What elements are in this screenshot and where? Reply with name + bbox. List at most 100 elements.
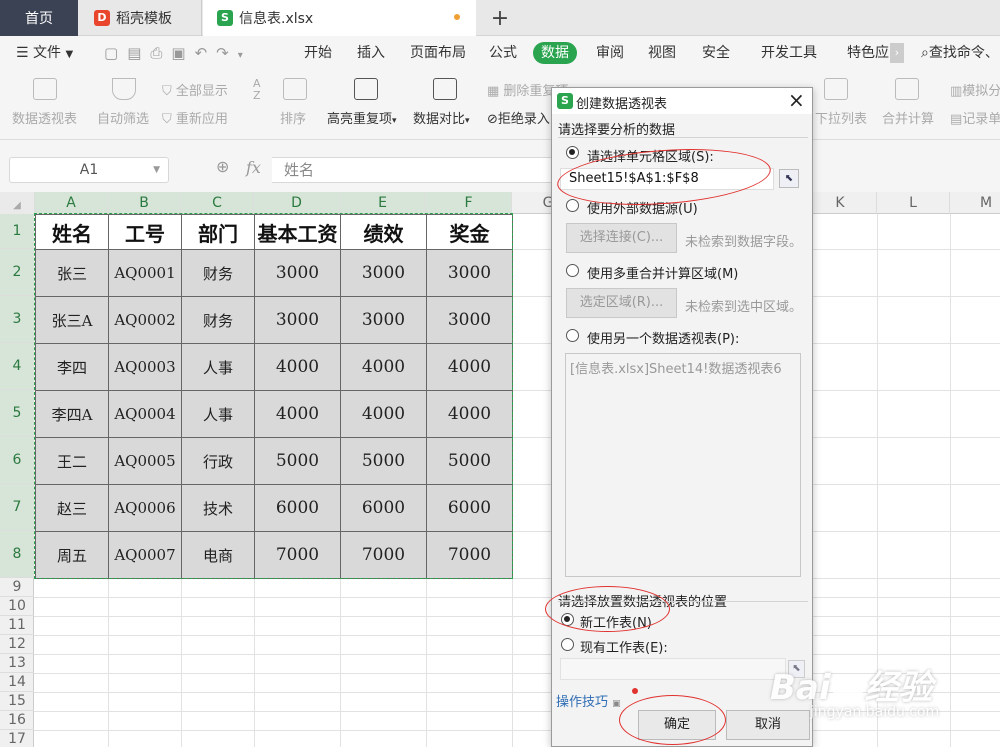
reapply-button[interactable]: ⛉ 重新应用 [162, 108, 228, 127]
radio-new-sheet[interactable] [561, 613, 574, 626]
pivot-listbox[interactable]: [信息表.xlsx]Sheet14!数据透视表6 [565, 353, 801, 577]
tips-link[interactable]: 操作技巧 ▣ [556, 691, 621, 710]
dropdown-list-button[interactable]: 下拉列表 [815, 108, 867, 127]
table-cell[interactable]: 4000 [254, 343, 341, 391]
radio-new-sheet-label[interactable]: 新工作表(N) [580, 612, 652, 631]
tab-home[interactable]: 首页 [0, 0, 78, 36]
table-header-cell[interactable]: 奖金 [426, 214, 513, 250]
table-cell[interactable]: AQ0006 [108, 484, 182, 532]
list-item[interactable]: [信息表.xlsx]Sheet14!数据透视表6 [570, 358, 782, 377]
table-header-cell[interactable]: 部门 [181, 214, 255, 250]
row-header[interactable]: 6 [0, 437, 34, 484]
table-cell[interactable]: 人事 [181, 343, 255, 391]
row-header[interactable]: 14 [0, 673, 34, 692]
record-form-button[interactable]: ▤记录单 [950, 108, 1000, 127]
cancel-button[interactable]: 取消 [726, 710, 810, 740]
print-icon[interactable]: ⎙ [150, 44, 171, 62]
new-tab-button[interactable]: + [478, 0, 522, 36]
file-menu[interactable]: ☰ 文件 ▼ [16, 36, 73, 70]
column-header[interactable]: L [877, 192, 950, 214]
preview-icon[interactable]: ▣ [171, 44, 194, 62]
sort-az-icon[interactable]: AZ [253, 78, 261, 102]
table-cell[interactable]: 行政 [181, 437, 255, 485]
select-area-button[interactable]: 选定区域(R)... [566, 288, 677, 318]
dropdown-icon[interactable]: ▾ [238, 50, 252, 61]
zoom-icon[interactable]: ⊕ [216, 157, 229, 176]
range-picker-icon[interactable]: ⬉ [779, 169, 799, 188]
table-cell[interactable]: 3000 [254, 296, 341, 344]
reject-duplicates-button[interactable]: ⊘拒绝录入 [487, 108, 550, 127]
table-cell[interactable]: 3000 [340, 249, 427, 297]
consolidate-button[interactable]: 合并计算 [882, 108, 934, 127]
table-cell[interactable]: 3000 [254, 249, 341, 297]
select-connection-button[interactable]: 选择连接(C)... [566, 223, 677, 253]
table-cell[interactable]: AQ0007 [108, 531, 182, 579]
table-cell[interactable]: 3000 [426, 249, 513, 297]
table-cell[interactable]: 7000 [426, 531, 513, 579]
tab-file[interactable]: S 信息表.xlsx [203, 0, 476, 36]
table-cell[interactable]: 6000 [426, 484, 513, 532]
table-cell[interactable]: 人事 [181, 390, 255, 438]
redo-icon[interactable]: ↷ [216, 44, 238, 62]
radio-multiple-ranges-label[interactable]: 使用多重合并计算区域(M) [587, 263, 738, 282]
table-cell[interactable]: 4000 [340, 390, 427, 438]
table-cell[interactable]: 6000 [254, 484, 341, 532]
table-cell[interactable]: 7000 [254, 531, 341, 579]
command-search[interactable]: ⌕查找命令、 [921, 36, 999, 70]
table-cell[interactable]: 王二 [35, 437, 109, 485]
table-header-cell[interactable]: 绩效 [340, 214, 427, 250]
cell-range-input[interactable]: Sheet15!$A$1:$F$8 [560, 168, 774, 190]
column-header[interactable]: D [254, 192, 340, 214]
row-header[interactable]: 3 [0, 296, 34, 343]
radio-existing-sheet[interactable] [561, 638, 574, 651]
undo-icon[interactable]: ↶ [195, 44, 217, 62]
table-cell[interactable]: 4000 [340, 343, 427, 391]
ok-button[interactable]: 确定 [638, 710, 716, 740]
table-cell[interactable]: 张三A [35, 296, 109, 344]
select-all-corner[interactable]: ◢ [0, 192, 35, 214]
table-cell[interactable]: 赵三 [35, 484, 109, 532]
menu-scroll-right-icon[interactable]: › [890, 43, 904, 63]
column-header[interactable]: E [340, 192, 426, 214]
column-header[interactable]: C [181, 192, 254, 214]
radio-multiple-ranges[interactable] [566, 264, 579, 277]
column-header[interactable]: F [426, 192, 512, 214]
table-cell[interactable]: 周五 [35, 531, 109, 579]
fx-icon[interactable]: fx [246, 158, 261, 177]
compare-button[interactable]: 数据对比▾ [413, 108, 470, 127]
radio-other-pivot-label[interactable]: 使用另一个数据透视表(P): [587, 328, 739, 347]
column-header[interactable]: B [108, 192, 181, 214]
row-header[interactable]: 15 [0, 692, 34, 711]
table-cell[interactable]: 4000 [426, 390, 513, 438]
column-header[interactable]: A [35, 192, 108, 214]
table-cell[interactable]: AQ0001 [108, 249, 182, 297]
table-cell[interactable]: 6000 [340, 484, 427, 532]
radio-cell-range-label[interactable]: 请选择单元格区域(S): [587, 146, 714, 165]
menu-item-special[interactable]: 特色应 [847, 36, 889, 70]
table-cell[interactable]: AQ0005 [108, 437, 182, 485]
row-header[interactable]: 17 [0, 730, 34, 747]
table-cell[interactable]: 7000 [340, 531, 427, 579]
show-all-button[interactable]: ⛉ 全部显示 [162, 80, 228, 99]
menu-item-view[interactable]: 视图 [648, 36, 676, 70]
row-header[interactable]: 5 [0, 390, 34, 437]
highlight-duplicates-button[interactable]: 高亮重复项▾ [327, 108, 397, 127]
table-cell[interactable]: 3000 [426, 296, 513, 344]
simulate-button[interactable]: ▥模拟分 [950, 80, 1000, 99]
name-box[interactable]: A1 ▼ [9, 157, 169, 183]
row-header[interactable]: 12 [0, 635, 34, 654]
table-cell[interactable]: 李四A [35, 390, 109, 438]
formula-input[interactable]: 姓名 [272, 157, 572, 183]
table-cell[interactable]: 技术 [181, 484, 255, 532]
table-cell[interactable]: 财务 [181, 296, 255, 344]
sort-button[interactable]: 排序 [280, 108, 306, 127]
table-cell[interactable]: 5000 [340, 437, 427, 485]
radio-existing-sheet-label[interactable]: 现有工作表(E): [580, 637, 668, 656]
table-cell[interactable]: 4000 [426, 343, 513, 391]
table-header-cell[interactable]: 基本工资 [254, 214, 341, 250]
quick-access-toolbar[interactable]: ▢▤⎙▣↶↷▾ [104, 36, 252, 70]
table-cell[interactable]: 5000 [426, 437, 513, 485]
table-cell[interactable]: 财务 [181, 249, 255, 297]
menu-item-layout[interactable]: 页面布局 [410, 36, 466, 70]
table-header-cell[interactable]: 工号 [108, 214, 182, 250]
